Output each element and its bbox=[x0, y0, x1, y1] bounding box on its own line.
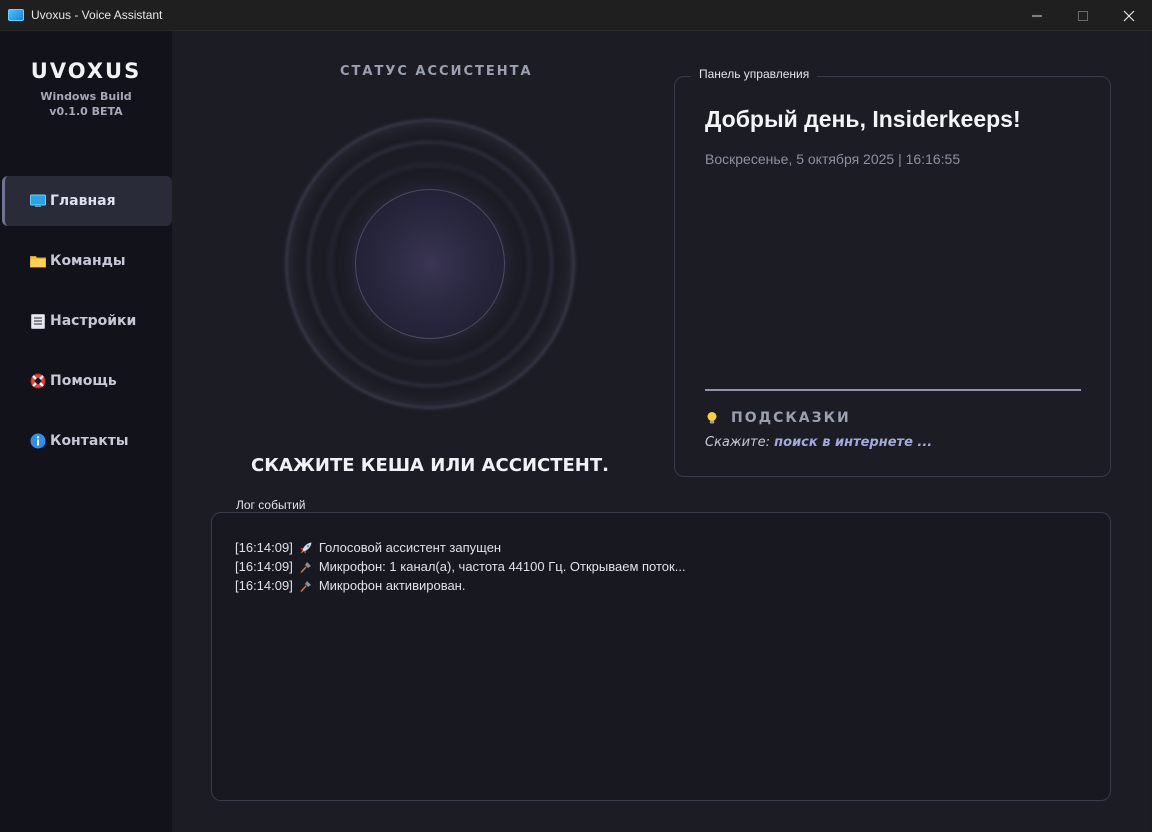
divider bbox=[705, 389, 1081, 391]
main-area: СТАТУС АССИСТЕНТА СКАЖИТЕ КЕША ИЛИ АССИС… bbox=[172, 31, 1150, 832]
brand: UVOXUS Windows Build v0.1.0 BETA bbox=[0, 59, 172, 119]
brand-name: UVOXUS bbox=[30, 59, 142, 83]
sidebar-item-settings[interactable]: Настройки bbox=[2, 296, 172, 346]
window-controls bbox=[1014, 0, 1152, 31]
event-log-legend: Лог событий bbox=[228, 498, 314, 512]
sidebar-item-label: Команды bbox=[50, 253, 126, 269]
sidebar-item-label: Контакты bbox=[50, 433, 129, 449]
hint-prefix: Скажите: bbox=[705, 435, 771, 450]
version-label: v0.1.0 BETA bbox=[49, 105, 123, 118]
log-time: [16:14:09] bbox=[235, 578, 293, 593]
status-title: СТАТУС АССИСТЕНТА bbox=[340, 64, 533, 79]
build-info: Windows Build v0.1.0 BETA bbox=[0, 89, 172, 119]
log-time: [16:14:09] bbox=[235, 559, 293, 574]
assistant-status-indicator bbox=[285, 119, 575, 409]
sidebar-item-label: Настройки bbox=[50, 313, 137, 329]
wake-word-prompt: СКАЖИТЕ КЕША ИЛИ АССИСТЕНТ. bbox=[251, 455, 609, 476]
date-time: Воскресенье, 5 октября 2025 | 16:16:55 bbox=[705, 151, 961, 167]
lightbulb-icon bbox=[707, 412, 717, 424]
hints-header: ПОДСКАЗКИ bbox=[705, 410, 851, 426]
sidebar-nav: Главная Команды Настройки Помощь Контакт… bbox=[2, 176, 172, 476]
app-icon bbox=[8, 9, 24, 21]
log-entries: [16:14:09] Голосовой ассистент запущен [… bbox=[235, 538, 686, 595]
sidebar-item-home[interactable]: Главная bbox=[2, 176, 172, 226]
hint-example: поиск в интернете ... bbox=[774, 435, 933, 450]
maximize-icon bbox=[1078, 10, 1088, 21]
close-button[interactable] bbox=[1106, 0, 1152, 31]
hints-title: ПОДСКАЗКИ bbox=[731, 410, 851, 426]
sidebar: UVOXUS Windows Build v0.1.0 BETA Главная… bbox=[0, 31, 172, 832]
log-text: Голосовой ассистент запущен bbox=[318, 540, 502, 555]
log-entry: [16:14:09] Голосовой ассистент запущен bbox=[235, 538, 686, 557]
window-title: Uvoxus - Voice Assistant bbox=[31, 8, 163, 22]
lifebuoy-icon bbox=[30, 373, 46, 389]
sidebar-item-label: Помощь bbox=[50, 373, 117, 389]
greeting: Добрый день, Insiderkeeps! bbox=[705, 106, 1021, 132]
rocket-icon bbox=[300, 542, 312, 553]
microphone-icon bbox=[300, 580, 311, 592]
build-label: Windows Build bbox=[40, 90, 132, 103]
log-entry: [16:14:09] Микрофон активирован. bbox=[235, 576, 686, 595]
document-icon bbox=[30, 313, 46, 329]
sidebar-item-contacts[interactable]: Контакты bbox=[2, 416, 172, 466]
minimize-icon bbox=[1032, 15, 1042, 16]
control-panel: Панель управления Добрый день, Insiderke… bbox=[674, 67, 1111, 477]
log-time: [16:14:09] bbox=[235, 540, 293, 555]
event-log[interactable]: Лог событий [16:14:09] Голосовой ассисте… bbox=[211, 498, 1111, 801]
close-icon bbox=[1123, 10, 1135, 21]
sidebar-item-help[interactable]: Помощь bbox=[2, 356, 172, 406]
maximize-button[interactable] bbox=[1060, 0, 1106, 31]
sidebar-item-commands[interactable]: Команды bbox=[2, 236, 172, 286]
assistant-orb[interactable] bbox=[355, 189, 505, 339]
log-text: Микрофон активирован. bbox=[318, 578, 466, 593]
log-text: Микрофон: 1 канал(а), частота 44100 Гц. … bbox=[318, 559, 686, 574]
control-panel-legend: Панель управления bbox=[691, 67, 818, 81]
folder-icon bbox=[30, 253, 46, 269]
log-entry: [16:14:09] Микрофон: 1 канал(а), частота… bbox=[235, 557, 686, 576]
hint-line: Скажите: поиск в интернете ... bbox=[705, 435, 932, 450]
info-icon bbox=[30, 433, 46, 449]
microphone-icon bbox=[300, 561, 311, 573]
title-bar[interactable]: Uvoxus - Voice Assistant bbox=[0, 0, 1152, 31]
monitor-icon bbox=[30, 193, 46, 209]
minimize-button[interactable] bbox=[1014, 0, 1060, 31]
sidebar-item-label: Главная bbox=[50, 193, 116, 209]
